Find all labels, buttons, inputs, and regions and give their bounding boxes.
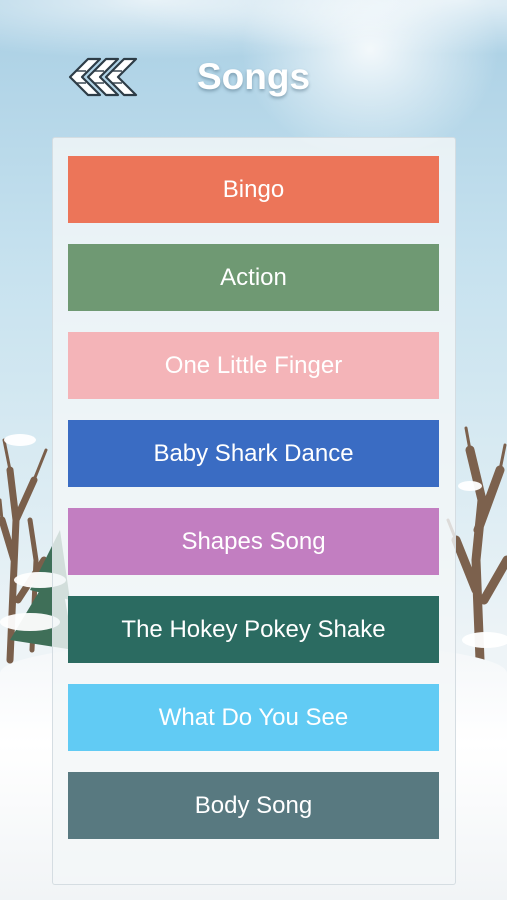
- song-button-shapes-song[interactable]: Shapes Song: [68, 508, 439, 575]
- song-button-baby-shark-dance[interactable]: Baby Shark Dance: [68, 420, 439, 487]
- song-button-one-little-finger[interactable]: One Little Finger: [68, 332, 439, 399]
- back-button[interactable]: [66, 55, 140, 99]
- song-button-bingo[interactable]: Bingo: [68, 156, 439, 223]
- header: Songs: [0, 50, 507, 110]
- right-tree: [446, 426, 507, 665]
- back-arrow-icon: [68, 57, 138, 97]
- song-button-body-song[interactable]: Body Song: [68, 772, 439, 839]
- song-button-hokey-pokey-shake[interactable]: The Hokey Pokey Shake: [68, 596, 439, 663]
- song-button-what-do-you-see[interactable]: What Do You See: [68, 684, 439, 751]
- song-button-action[interactable]: Action: [68, 244, 439, 311]
- page-title: Songs: [196, 56, 311, 97]
